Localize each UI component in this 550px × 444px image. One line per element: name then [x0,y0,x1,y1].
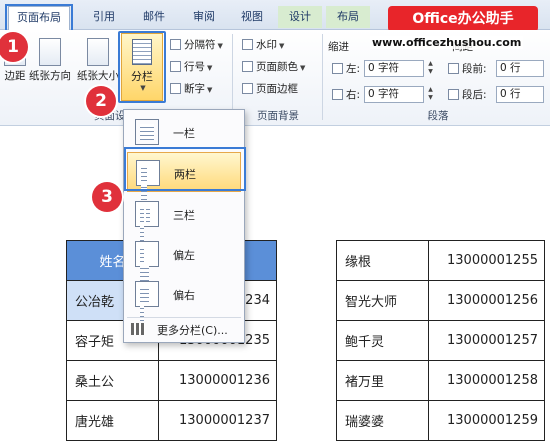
right-table: 缘根 13000001255 智光大师 13000001256 鲍千灵 1300… [336,240,545,441]
indent-right-label: 右: [332,86,360,104]
table-cell[interactable]: 褚万里 [336,360,429,401]
table-cell[interactable]: 13000001236 [158,360,277,401]
table-row: 桑土公 13000001236 [66,360,277,401]
more-columns-button[interactable]: 更多分栏(C)... [127,317,241,339]
page-borders-icon [242,83,253,94]
page-borders-button[interactable]: 页面边框 [242,80,298,98]
columns-dropdown-menu: 一栏 两栏 三栏 偏左 偏右 更多分栏(C)... [123,109,245,343]
table-cell[interactable]: 13000001255 [428,240,545,281]
step-badge-3: 3 [92,182,122,212]
spacing-after-label: 段后: [448,86,487,104]
chevron-down-icon: ▼ [207,86,213,94]
table-cell[interactable]: 13000001257 [428,320,545,361]
group-separator [322,34,323,120]
spacing-before-label: 段前: [448,60,487,78]
page-color-icon [242,61,253,72]
columns-button-highlight [118,31,166,103]
indent-label: 缩进 [328,41,349,53]
table-cell[interactable]: 智光大师 [336,280,429,321]
table-row: 瑞婆婆 13000001259 [336,400,545,441]
chevron-down-icon: ▼ [279,42,285,50]
table-cell[interactable]: 13000001259 [428,400,545,441]
indent-left-input[interactable]: 0 字符 [364,60,424,77]
table-cell[interactable]: 桑土公 [66,360,159,401]
indent-left-icon [332,63,343,74]
table-cell[interactable]: 13000001256 [428,280,545,321]
spacing-after-icon [448,89,459,100]
paper-size-icon [87,38,109,66]
chevron-down-icon: ▼ [300,64,306,72]
page-color-button[interactable]: 页面颜色 ▼ [242,58,305,76]
spacing-before-input[interactable]: 0 行 [496,60,544,77]
tab-references[interactable]: 引用 [84,6,124,28]
right-column-icon [135,281,159,321]
spacing-after-input[interactable]: 0 行 [496,86,544,103]
menu-item-left[interactable]: 偏左 [127,234,241,281]
brand-logo: Office办公助手 [388,6,538,32]
table-row: 智光大师 13000001256 [336,280,545,321]
tab-design[interactable]: 设计 [278,6,322,28]
table-row: 缘根 13000001255 [336,240,545,281]
one-column-icon [135,119,159,145]
breaks-button[interactable]: 分隔符 ▼ [170,36,223,54]
indent-left-spinner[interactable]: ▲ ▼ [426,60,435,77]
spacing-before-icon [448,63,459,74]
menu-item-right[interactable]: 偏右 [127,274,241,321]
table-cell[interactable]: 鲍千灵 [336,320,429,361]
orientation-icon [39,38,61,66]
indent-right-icon [332,89,343,100]
table-cell[interactable]: 13000001258 [428,360,545,401]
paragraph-group-label: 段落 [427,110,449,122]
line-numbers-icon [170,61,181,72]
table-row: 唐光雄 13000001237 [66,400,277,441]
watermark-button[interactable]: 水印 ▼ [242,36,284,54]
table-cell[interactable]: 唐光雄 [66,400,159,441]
menu-item-one-column[interactable]: 一栏 [127,112,241,152]
group-separator [232,34,233,120]
breaks-icon [170,39,181,50]
tab-highlight-outline [5,4,73,32]
indent-right-spinner[interactable]: ▲ ▼ [426,86,435,103]
line-numbers-button[interactable]: 行号 ▼ [170,58,212,76]
more-columns-icon [131,323,145,335]
table-row: 鲍千灵 13000001257 [336,320,545,361]
tab-layout[interactable]: 布局 [326,6,370,28]
tab-mailings[interactable]: 邮件 [134,6,174,28]
brand-url: www.officezhushou.com [370,36,524,49]
page-background-group-label: 页面背景 [257,110,299,122]
chevron-down-icon: ▼ [207,64,213,72]
three-columns-icon [135,201,159,241]
hyphenation-icon [170,83,181,94]
tab-view[interactable]: 视图 [232,6,272,28]
indent-left-label: 左: [332,60,360,78]
selected-item-highlight [124,147,246,191]
tab-review[interactable]: 审阅 [184,6,224,28]
orientation-button[interactable]: 纸张方向 [26,34,74,98]
table-cell[interactable]: 13000001237 [158,400,277,441]
indent-right-input[interactable]: 0 字符 [364,86,424,103]
left-column-icon [135,241,159,281]
table-cell[interactable]: 瑞婆婆 [336,400,429,441]
hyphenation-button[interactable]: 断字 ▼ [170,80,212,98]
table-row: 褚万里 13000001258 [336,360,545,401]
menu-item-three-columns[interactable]: 三栏 [127,194,241,241]
chevron-down-icon: ▼ [217,42,223,50]
watermark-icon [242,39,253,50]
table-cell[interactable]: 缘根 [336,240,429,281]
step-badge-2: 2 [86,86,116,116]
